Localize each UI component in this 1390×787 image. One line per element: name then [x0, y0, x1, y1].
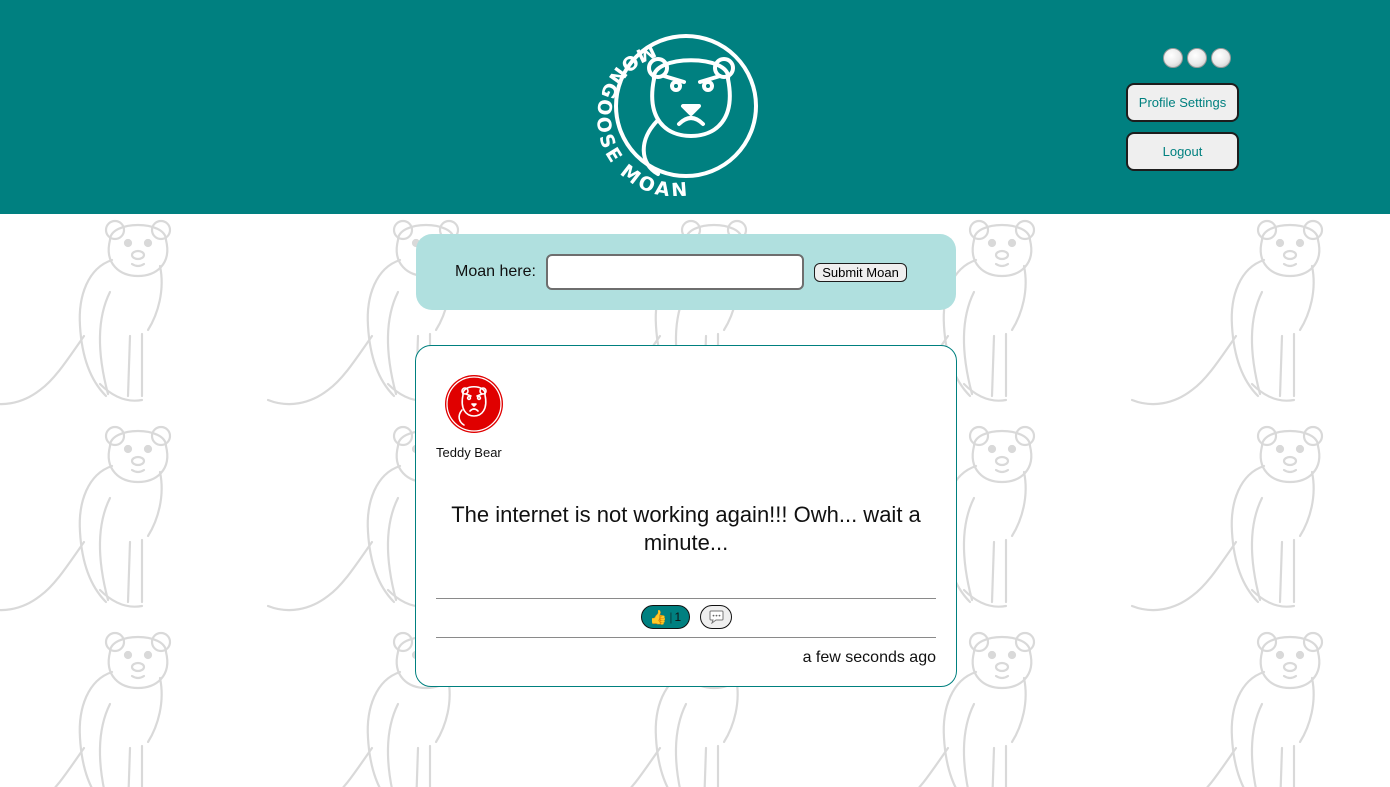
- post-timestamp: a few seconds ago: [802, 649, 936, 666]
- moan-label: Moan here:: [455, 263, 536, 280]
- divider: [436, 598, 936, 599]
- theme-dot-3[interactable]: [1211, 48, 1231, 68]
- app-header: MONGOOSE MOAN Profile Settings Logout: [0, 0, 1390, 214]
- theme-dot-1[interactable]: [1163, 48, 1183, 68]
- thumbs-up-icon: 👍: [649, 609, 668, 625]
- profile-settings-button[interactable]: Profile Settings: [1126, 83, 1239, 122]
- theme-dot-2[interactable]: [1187, 48, 1207, 68]
- speech-bubble-icon: [709, 610, 723, 624]
- post-text: The internet is not working again!!! Owh…: [451, 502, 921, 555]
- logout-button[interactable]: Logout: [1126, 132, 1239, 171]
- like-separator: |: [669, 610, 673, 624]
- mongoose-moan-logo[interactable]: MONGOOSE MOAN: [592, 24, 764, 196]
- moan-input[interactable]: [546, 254, 804, 290]
- comment-button[interactable]: [700, 605, 732, 629]
- like-button[interactable]: 👍 | 1: [641, 605, 690, 629]
- avatar[interactable]: [444, 374, 504, 434]
- theme-switcher: [1163, 48, 1231, 68]
- post-card: Teddy Bear The internet is not working a…: [415, 345, 957, 687]
- like-count: 1: [674, 610, 682, 624]
- submit-moan-button[interactable]: Submit Moan: [814, 263, 907, 282]
- moan-form: Moan here: Submit Moan: [416, 234, 956, 310]
- post-author[interactable]: Teddy Bear: [436, 445, 502, 460]
- divider: [436, 637, 936, 638]
